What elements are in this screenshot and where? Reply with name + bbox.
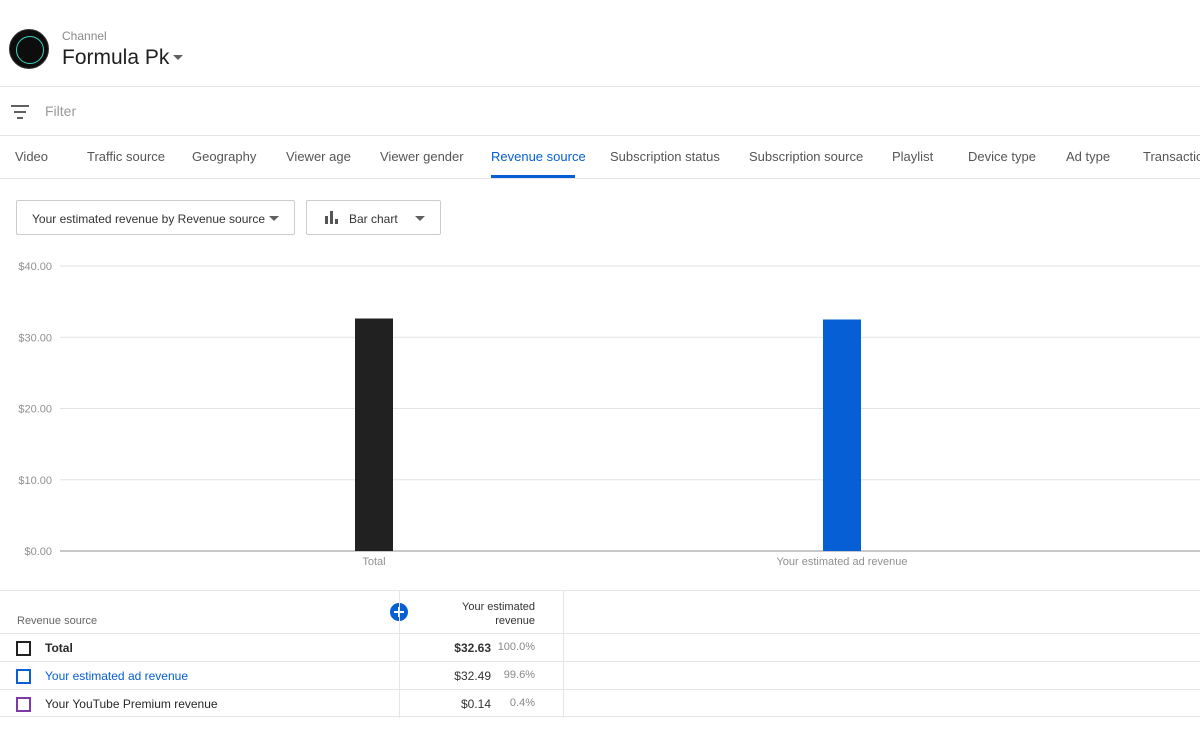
tab-video[interactable]: Video [15, 149, 48, 164]
chart-type-dropdown[interactable]: Bar chart [306, 200, 441, 235]
row-checkbox[interactable] [16, 669, 31, 684]
chart-bar[interactable] [355, 318, 393, 551]
row-percent: 100.0% [497, 641, 535, 653]
y-tick-label: $10.00 [18, 475, 52, 487]
y-tick-label: $30.00 [18, 332, 52, 344]
filter-input[interactable]: Filter [45, 103, 76, 119]
table-row: Your YouTube Premium revenue $0.14 0.4% [0, 689, 1200, 717]
tab-revenue-source[interactable]: Revenue source [491, 149, 586, 164]
revenue-table: Revenue source Your estimated revenue To… [0, 590, 1200, 718]
tab-traffic-source[interactable]: Traffic source [87, 149, 165, 164]
row-value: $32.49 [454, 669, 491, 683]
chart-canvas: $0.00 $10.00 $20.00 $30.00 $40.00 Total Your e… [18, 261, 1200, 568]
chevron-down-icon [269, 216, 279, 221]
x-tick-label: Total [362, 556, 385, 568]
active-tab-indicator [491, 175, 575, 178]
row-name: Total [45, 641, 73, 655]
row-percent: 99.6% [503, 669, 535, 681]
tab-playlist[interactable]: Playlist [892, 149, 933, 164]
chart-type-label: Bar chart [349, 212, 398, 226]
y-tick-label: $40.00 [18, 261, 52, 273]
row-name: Your YouTube Premium revenue [45, 697, 218, 711]
column-header-revenue-source[interactable]: Revenue source [17, 615, 97, 627]
row-percent: 0.4% [509, 697, 535, 709]
column-header-line: Your estimated [462, 601, 535, 613]
tab-viewer-gender[interactable]: Viewer gender [380, 149, 464, 164]
channel-avatar[interactable] [9, 29, 49, 69]
y-tick-label: $0.00 [24, 546, 52, 558]
x-tick-label: Your estimated ad revenue [776, 556, 907, 568]
chart-bar[interactable] [823, 319, 861, 551]
channel-header: Channel Formula Pk [0, 0, 1200, 87]
tab-subscription-status[interactable]: Subscription status [610, 149, 720, 164]
column-header-estimated-revenue[interactable]: Your estimated revenue [415, 600, 535, 628]
row-checkbox[interactable] [16, 641, 31, 656]
tab-geography[interactable]: Geography [192, 149, 256, 164]
row-value: $32.63 [454, 641, 491, 655]
filter-icon[interactable] [11, 105, 29, 119]
tab-viewer-age[interactable]: Viewer age [286, 149, 351, 164]
row-checkbox[interactable] [16, 697, 31, 712]
tab-transaction[interactable]: Transaction [1143, 149, 1200, 164]
tab-device-type[interactable]: Device type [968, 149, 1036, 164]
row-name[interactable]: Your estimated ad revenue [45, 669, 188, 683]
row-value: $0.14 [460, 697, 491, 711]
y-tick-label: $20.00 [18, 404, 52, 416]
revenue-bar-chart: $0.00 $10.00 $20.00 $30.00 $40.00 Total Your e… [0, 250, 1200, 575]
table-row: Total $32.63 100.0% [0, 633, 1200, 661]
tab-subscription-source[interactable]: Subscription source [749, 149, 863, 164]
channel-name[interactable]: Formula Pk [62, 46, 169, 70]
chevron-down-icon[interactable] [173, 55, 183, 60]
filter-bar: Filter [0, 88, 1200, 136]
metric-dropdown[interactable]: Your estimated revenue by Revenue source [16, 200, 295, 235]
chevron-down-icon [415, 216, 425, 221]
dimension-tabs: Video Traffic source Geography Viewer ag… [0, 137, 1200, 179]
tab-ad-type[interactable]: Ad type [1066, 149, 1110, 164]
column-header-line: revenue [495, 615, 535, 627]
bar-chart-icon [325, 211, 339, 224]
metric-dropdown-label: Your estimated revenue by Revenue source [32, 212, 266, 226]
table-row: Your estimated ad revenue $32.49 99.6% [0, 661, 1200, 689]
channel-caption: Channel [62, 29, 107, 43]
